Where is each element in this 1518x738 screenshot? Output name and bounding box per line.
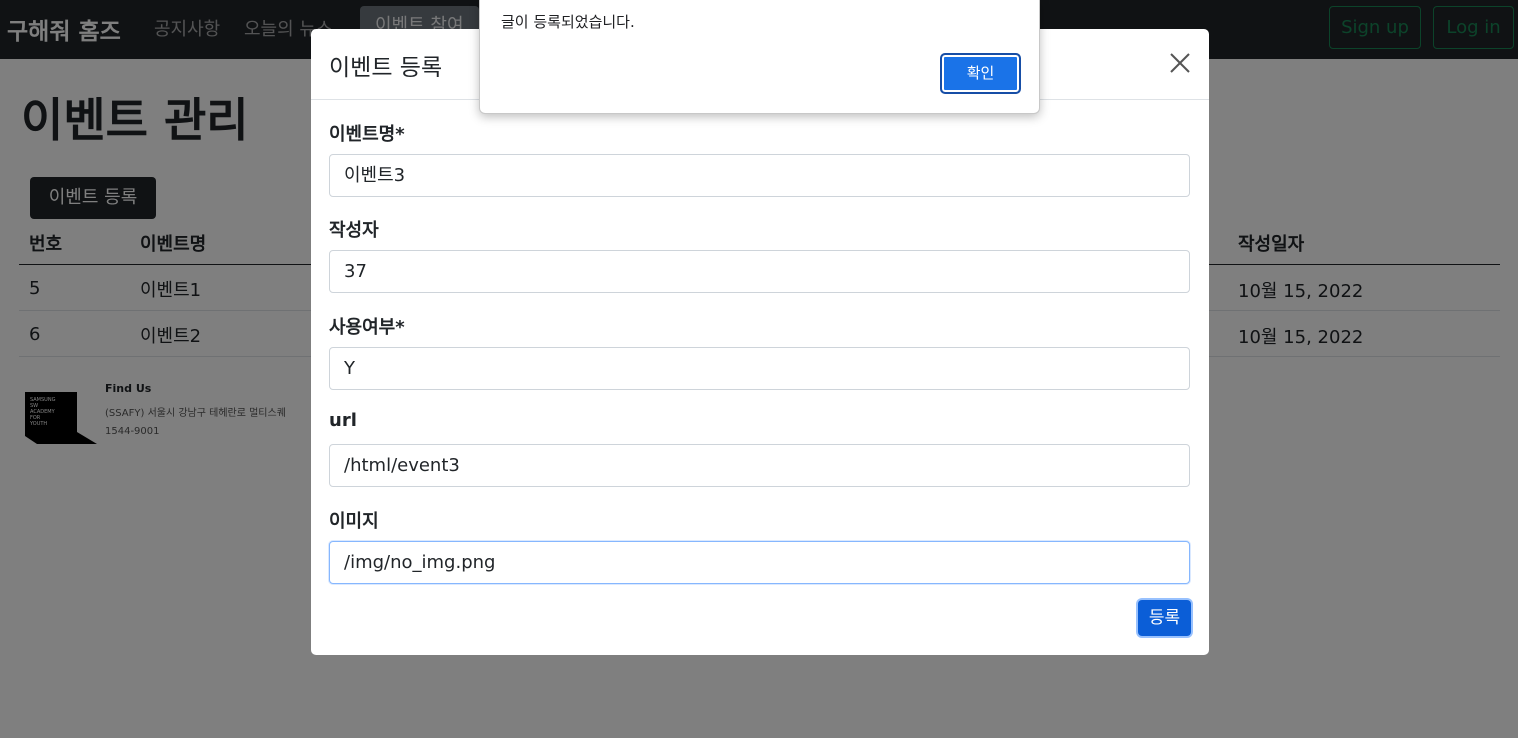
url-label: url (329, 410, 357, 431)
author-input[interactable]: 37 (329, 250, 1190, 293)
submit-button[interactable]: 등록 (1138, 600, 1191, 636)
author-label: 작성자 (329, 220, 379, 241)
use-yn-label: 사용여부* (329, 317, 405, 338)
alert-dialog: 글이 등록되었습니다. 확인 (479, 0, 1040, 114)
alert-message: 글이 등록되었습니다. (501, 13, 635, 31)
image-input[interactable]: /img/no_img.png (329, 541, 1190, 584)
url-input[interactable]: /html/event3 (329, 444, 1190, 487)
event-register-modal: 이벤트 등록 이벤트명* 이벤트3 작성자 37 사용여부* Y url /ht… (311, 29, 1209, 655)
event-name-label: 이벤트명* (329, 124, 405, 145)
close-icon[interactable] (1168, 51, 1192, 75)
image-label: 이미지 (329, 511, 379, 532)
alert-ok-button[interactable]: 확인 (940, 53, 1021, 94)
modal-title: 이벤트 등록 (329, 55, 443, 81)
event-name-input[interactable]: 이벤트3 (329, 154, 1190, 197)
use-yn-input[interactable]: Y (329, 347, 1190, 390)
